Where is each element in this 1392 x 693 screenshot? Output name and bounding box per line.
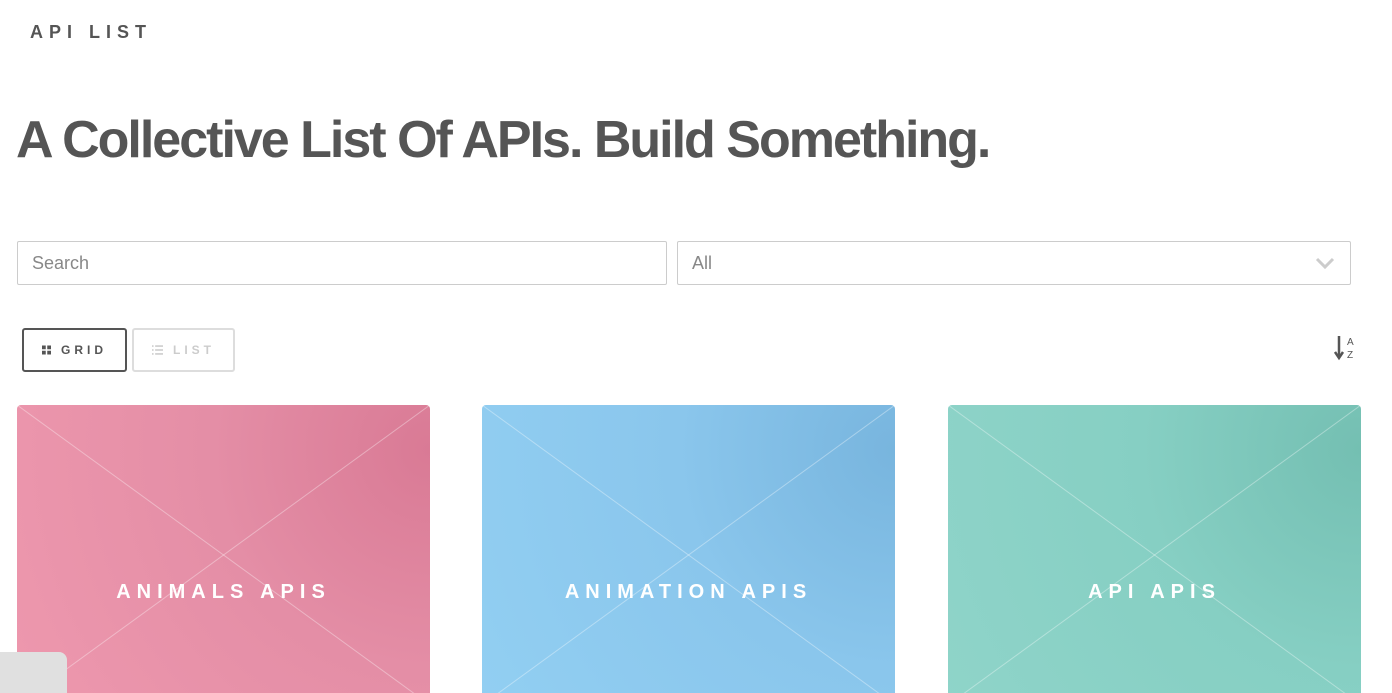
category-card-animation[interactable]: ANIMATION APIS [482, 405, 895, 693]
brand-logo[interactable]: API LIST [30, 22, 152, 43]
list-view-label: LIST [173, 343, 215, 357]
svg-text:A: A [1347, 337, 1354, 348]
list-view-button[interactable]: LIST [132, 328, 235, 372]
page-title: A Collective List Of APIs. Build Somethi… [16, 111, 991, 169]
placeholder-image [482, 405, 895, 693]
category-select-value: All [692, 252, 713, 273]
list-icon [152, 345, 163, 355]
category-select[interactable]: All [677, 241, 1351, 285]
grid-view-button[interactable]: GRID [22, 328, 127, 372]
category-card-animals[interactable]: ANIMALS APIS [17, 405, 430, 693]
grid-view-label: GRID [61, 343, 107, 357]
placeholder-image [948, 405, 1361, 693]
card-title: ANIMALS APIS [116, 581, 331, 603]
floating-widget[interactable] [0, 652, 67, 693]
category-card-api[interactable]: API APIS [948, 405, 1361, 693]
placeholder-image [17, 405, 430, 693]
sort-alpha-icon[interactable]: A Z [1334, 334, 1360, 362]
card-title: API APIS [1088, 581, 1221, 603]
svg-text:Z: Z [1347, 350, 1353, 361]
card-title: ANIMATION APIS [564, 581, 813, 603]
search-input[interactable] [17, 241, 667, 285]
chevron-down-icon [1315, 257, 1335, 270]
grid-icon [42, 345, 51, 355]
